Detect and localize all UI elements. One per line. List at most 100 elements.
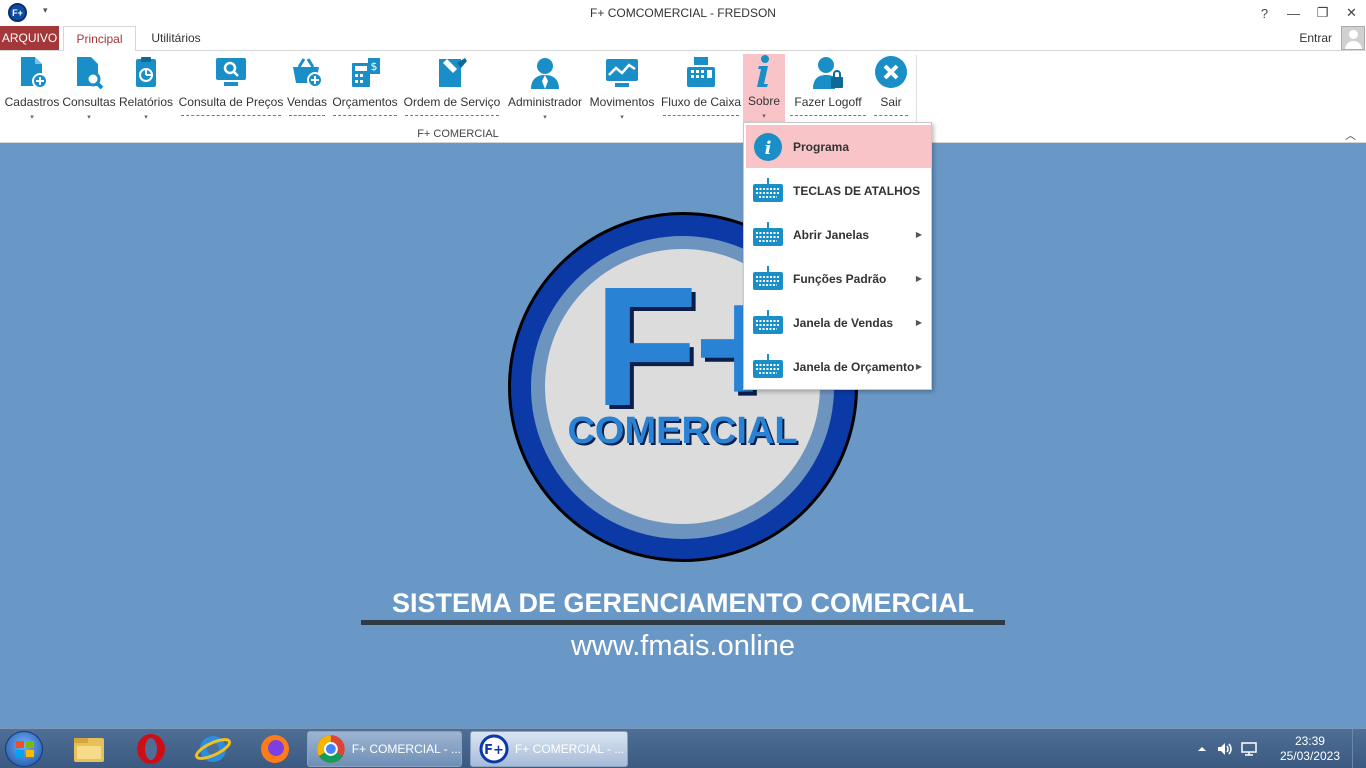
vendas-button[interactable]: Vendas [286, 55, 328, 125]
calculator-icon: $ [352, 58, 380, 87]
tab-utilitarios[interactable]: Utilitários [140, 26, 212, 50]
menu-item-label: Abrir Janelas [793, 227, 870, 242]
clock-date: 25/03/2023 [1279, 749, 1340, 763]
logo-word: COMERCIAL [567, 410, 798, 452]
tab-principal[interactable]: Principal [63, 26, 136, 51]
keyboard-icon [753, 309, 783, 334]
submenu-arrow-icon: ▶ [915, 274, 922, 283]
windows-logo-icon [16, 741, 34, 757]
monitor-search-icon [216, 58, 246, 86]
movimentos-label: Movimentos [589, 95, 655, 109]
chevron-down-icon: ▾ [30, 114, 34, 121]
monitor-chart-icon [606, 59, 638, 87]
info-circle-icon: i [754, 132, 782, 161]
ordem-de-servico-label: Ordem de Serviço [403, 95, 501, 109]
movimentos-button[interactable]: Movimentos ▾ [587, 55, 657, 125]
show-desktop-button[interactable] [1352, 729, 1366, 768]
button-separator [663, 115, 739, 116]
fazer-logoff-button[interactable]: Fazer Logoff [787, 55, 869, 125]
button-separator [790, 115, 866, 116]
submenu-arrow-icon: ▶ [915, 230, 922, 239]
administrador-button[interactable]: Administrador ▾ [505, 55, 585, 125]
menu-item-label: Janela de Vendas [793, 315, 894, 330]
keyboard-icon [753, 177, 783, 202]
close-button[interactable]: ✕ [1337, 0, 1366, 26]
network-icon[interactable] [1240, 740, 1258, 758]
svg-text:F+: F+ [484, 743, 504, 758]
collapse-ribbon-icon[interactable]: ︿ [1345, 127, 1356, 143]
sobre-button[interactable]: Sobre ▾ [743, 54, 785, 124]
tab-arquivo[interactable]: ARQUIVO [0, 26, 59, 50]
user-lock-icon [813, 57, 843, 89]
volume-icon[interactable] [1216, 740, 1234, 758]
start-button[interactable] [5, 731, 43, 767]
fazer-logoff-label: Fazer Logoff [794, 95, 862, 109]
tagline: SISTEMA DE GERENCIAMENTO COMERCIAL [391, 588, 975, 618]
button-separator [405, 115, 499, 116]
taskbar-chrome-task[interactable]: F+ COMERCIAL - ... [307, 731, 462, 767]
file-explorer-icon[interactable] [67, 732, 111, 766]
orcamentos-label: Orçamentos [332, 95, 398, 109]
chevron-down-icon: ▾ [87, 114, 91, 121]
menu-item-janela-de-orcamento[interactable]: Janela de Orçamento ▶ [746, 345, 931, 388]
vendas-label: Vendas [286, 95, 328, 109]
orcamentos-button[interactable]: $ Orçamentos [330, 55, 400, 125]
close-circle-icon [875, 56, 907, 88]
menu-item-programa[interactable]: i Programa [746, 125, 931, 168]
fluxo-de-caixa-button[interactable]: Fluxo de Caixa [660, 55, 742, 125]
minimize-button[interactable]: — [1279, 0, 1308, 26]
taskbar-clock[interactable]: 23:39 25/03/2023 [1280, 734, 1340, 764]
website-text: www.fmais.online [570, 630, 796, 662]
button-separator [289, 115, 325, 116]
menu-item-label: Janela de Orçamento [793, 359, 915, 374]
cadastros-label: Cadastros [4, 95, 60, 109]
ordem-de-servico-button[interactable]: Ordem de Serviço [402, 55, 502, 125]
firefox-browser-icon[interactable] [253, 732, 297, 766]
keyboard-icon [753, 353, 783, 378]
submenu-arrow-icon: ▶ [915, 362, 922, 371]
ribbon: Cadastros ▾ Consultas ▾ Relatórios ▾ Con… [0, 50, 1366, 143]
window-title: F+ COMCOMERCIAL - FREDSON [590, 6, 776, 20]
help-button[interactable]: ? [1250, 0, 1279, 26]
chevron-down-icon: ▾ [762, 113, 766, 120]
title-bar: F+ ▾ F+ COMCOMERCIAL - FREDSON ? — ❐ ✕ [0, 0, 1366, 26]
menu-item-funcoes-padrao[interactable]: Funções Padrão ▶ [746, 257, 931, 300]
restore-button[interactable]: ❐ [1308, 0, 1337, 26]
tray-expand-icon[interactable] [1196, 743, 1208, 755]
cadastros-button[interactable]: Cadastros ▾ [2, 55, 62, 125]
avatar[interactable] [1341, 26, 1365, 50]
menu-item-teclas-de-atalhos[interactable]: TECLAS DE ATALHOS [746, 169, 931, 212]
relatorios-label: Relatórios [118, 95, 174, 109]
menu-item-label: Programa [793, 139, 850, 154]
menu-item-abrir-janelas[interactable]: Abrir Janelas ▶ [746, 213, 931, 256]
chrome-browser-icon [316, 735, 345, 763]
consultas-label: Consultas [62, 95, 116, 109]
taskbar-task-label: F+ COMERCIAL - ... [351, 742, 461, 756]
keyboard-icon [753, 265, 783, 290]
service-order-icon [439, 58, 467, 87]
chevron-down-icon: ▾ [543, 114, 547, 121]
keyboard-icon [753, 221, 783, 246]
submenu-arrow-icon: ▶ [915, 318, 922, 327]
internet-explorer-icon[interactable] [191, 732, 235, 766]
fluxo-de-caixa-label: Fluxo de Caixa [660, 95, 742, 109]
fcomercial-app-icon: F+ [479, 734, 509, 764]
info-icon [757, 55, 769, 87]
chevron-down-icon: ▾ [620, 114, 624, 121]
tagline-underline [361, 620, 1005, 625]
svg-text:$: $ [371, 60, 378, 73]
sair-button[interactable]: Sair [871, 55, 911, 125]
relatorios-button[interactable]: Relatórios ▾ [118, 55, 174, 125]
administrador-label: Administrador [507, 95, 583, 109]
taskbar-fcomercial-task[interactable]: F+ F+ COMERCIAL - ... [470, 731, 628, 767]
cash-register-icon [687, 57, 715, 87]
user-admin-icon [531, 58, 559, 89]
sobre-dropdown-menu: i Programa TECLAS DE ATALHOS Abrir Janel… [743, 122, 932, 390]
menu-item-janela-de-vendas[interactable]: Janela de Vendas ▶ [746, 301, 931, 344]
document-add-icon [21, 57, 48, 89]
consulta-de-precos-button[interactable]: Consulta de Preços [178, 55, 284, 125]
opera-browser-icon[interactable] [129, 732, 173, 766]
sign-in-link[interactable]: Entrar [1299, 31, 1332, 45]
clipboard-report-icon [136, 57, 156, 87]
consultas-button[interactable]: Consultas ▾ [62, 55, 116, 125]
